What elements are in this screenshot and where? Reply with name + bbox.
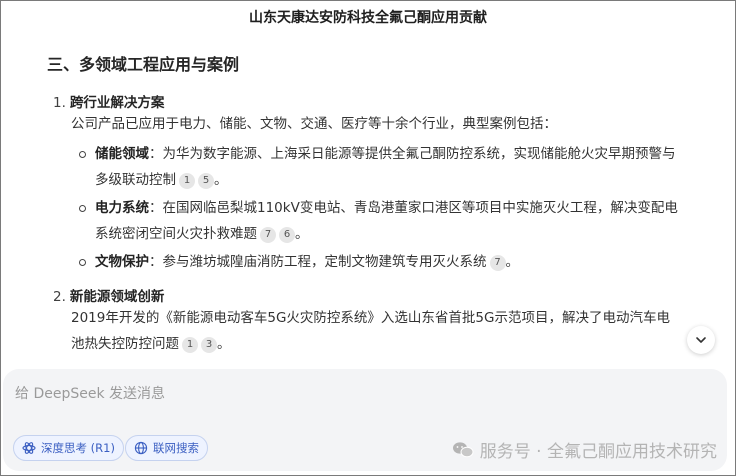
bullet-label: 文物保护 xyxy=(95,254,149,270)
citation-badge[interactable]: 1 xyxy=(179,173,195,189)
bullet-text: 参与潍坊城隍庙消防工程，定制文物建筑专用灭火系统 xyxy=(162,254,487,270)
answer-content: 三、多领域工程应用与案例 1. 跨行业解决方案 公司产品已应用于电力、储能、文物、… xyxy=(1,31,735,361)
paragraph-text-cont: 池热失控防控问题 xyxy=(71,336,179,352)
wechat-icon xyxy=(452,441,474,457)
deep-think-label: 深度思考 (R1) xyxy=(41,441,115,455)
list-number: 2. xyxy=(53,289,66,305)
globe-icon xyxy=(134,441,148,455)
bullet-dot-icon xyxy=(79,151,86,158)
list-item-title: 跨行业解决方案 xyxy=(69,95,165,111)
app-window: 山东天康达安防科技全氟己酮应用贡献 三、多领域工程应用与案例 1. 跨行业解决方案… xyxy=(0,0,736,476)
deep-think-toggle[interactable]: 深度思考 (R1) xyxy=(13,435,124,461)
citation-badge[interactable]: 6 xyxy=(279,227,295,243)
bullet-text-cont: 多级联动控制 xyxy=(95,172,176,188)
bullet-item: 电力系统：在国网临邑梨城110kV变电站、青岛港董家口港区等项目中实施灭火工程，… xyxy=(79,195,729,247)
bullet-text-cont: 系统密闭空间火灾扑救难题 xyxy=(95,226,257,242)
scroll-to-bottom-button[interactable] xyxy=(687,326,715,354)
list-number: 1. xyxy=(53,95,66,111)
citation-badge[interactable]: 7 xyxy=(489,255,506,271)
bullet-dot-icon xyxy=(79,259,86,266)
paragraph: 2019年开发的《新能源电动客车5G火灾防控系统》入选山东省首批5G示范项目，解… xyxy=(71,310,670,353)
bullet-label: 储能领域 xyxy=(95,146,149,162)
deep-think-icon xyxy=(22,442,36,454)
message-input[interactable]: 给 DeepSeek 发送消息 xyxy=(15,383,165,403)
citation-badge[interactable]: 1 xyxy=(182,337,198,353)
paragraph-text: 2019年开发的《新能源电动客车5G火灾防控系统》入选山东省首批5G示范项目，解… xyxy=(71,310,670,326)
bullet-dot-icon xyxy=(79,205,86,212)
bullet-label: 电力系统 xyxy=(95,200,149,216)
bullet-text: 为华为数字能源、上海采日能源等提供全氟己酮防控系统，实现储能舱火灾早期预警与 xyxy=(162,146,676,162)
bullet-sep: ： xyxy=(149,254,163,270)
section-heading: 三、多领域工程应用与案例 xyxy=(47,55,240,74)
intro-text: 公司产品已应用于电力、储能、文物、交通、医疗等十余个行业，典型案例包括： xyxy=(71,116,557,132)
citation-badge[interactable]: 3 xyxy=(201,337,217,353)
citation-badge[interactable]: 7 xyxy=(260,227,276,243)
list-item-heading: 2. 新能源领域创新 xyxy=(53,285,164,305)
list-item-title: 新能源领域创新 xyxy=(69,289,165,305)
list-item-heading: 1. 跨行业解决方案 xyxy=(53,91,164,111)
web-search-label: 联网搜索 xyxy=(153,441,199,455)
web-search-toggle[interactable]: 联网搜索 xyxy=(125,435,208,461)
bullet-sep: ： xyxy=(149,200,163,216)
watermark-text: 服务号 · 全氟己酮应用技术研究 xyxy=(479,442,717,462)
chevron-down-icon xyxy=(696,337,706,343)
bullet-sep: ： xyxy=(149,146,163,162)
citation-badge[interactable]: 5 xyxy=(198,173,214,189)
bullet-item: 储能领域：为华为数字能源、上海采日能源等提供全氟己酮防控系统，实现储能舱火灾早期… xyxy=(79,141,729,193)
bullet-item: 文物保护：参与潍坊城隍庙消防工程，定制文物建筑专用灭火系统 7。 xyxy=(79,249,729,275)
bullet-text: 在国网临邑梨城110kV变电站、青岛港董家口港区等项目中实施灭火工程，解决变配电 xyxy=(162,200,678,216)
page-title: 山东天康达安防科技全氟己酮应用贡献 xyxy=(249,10,487,26)
watermark: 服务号 · 全氟己酮应用技术研究 xyxy=(452,437,717,462)
